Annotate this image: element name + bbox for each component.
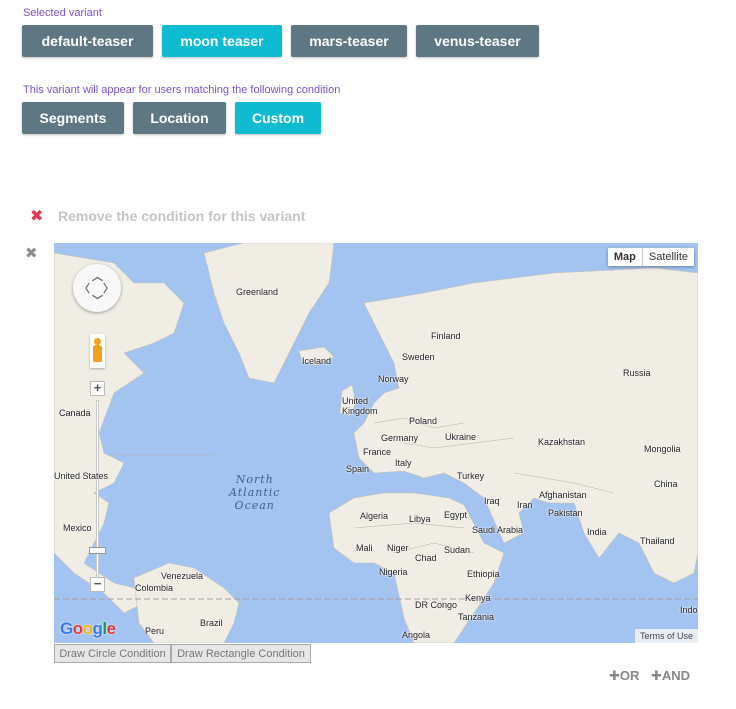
place-label: Canada (59, 408, 91, 418)
place-label: Russia (623, 368, 651, 378)
and-button[interactable]: ✚AND (651, 668, 690, 684)
draw-circle-button[interactable]: Draw Circle Condition (54, 644, 171, 663)
place-label: Italy (395, 458, 412, 468)
place-label: France (363, 447, 392, 457)
place-label: Ethiopia (467, 569, 500, 579)
map-type-map-button[interactable]: Map (608, 248, 643, 266)
google-logo: Google (60, 619, 116, 638)
pan-control[interactable]: ︿ 〈 〉 ﹀ (73, 264, 121, 312)
draw-rectangle-button[interactable]: Draw Rectangle Condition (171, 644, 311, 663)
place-label: DR Congo (415, 600, 458, 610)
place-label: Poland (409, 416, 438, 426)
place-label: Norway (378, 374, 409, 384)
variant-moon-teaser-button[interactable]: moon teaser (162, 25, 282, 57)
place-label: United States (54, 471, 109, 481)
place-label: Brazil (200, 618, 223, 628)
remove-condition-text[interactable]: Remove the condition for this variant (58, 208, 305, 224)
place-label: Finland (431, 331, 461, 341)
place-label: United Kingdom (342, 396, 378, 416)
place-label: Iran (517, 500, 533, 510)
place-label: China (654, 479, 678, 489)
place-label: Saudi Arabia (472, 525, 524, 535)
place-label: Iceland (302, 356, 332, 366)
place-label: Thailand (640, 536, 675, 546)
place-label: Ukraine (445, 432, 477, 442)
place-label: Kenya (465, 593, 491, 603)
selected-variant-label: Selected variant (23, 7, 102, 19)
place-label: Venezuela (161, 571, 204, 581)
place-label: Sweden (402, 352, 435, 362)
place-label: Mongolia (644, 444, 681, 454)
zoom-slider-thumb[interactable] (89, 547, 106, 554)
place-label: Afghanistan (539, 490, 587, 500)
place-label: Peru (145, 626, 165, 636)
place-label: Kazakhstan (538, 437, 586, 447)
place-label: Nigeria (379, 567, 408, 577)
place-label: Chad (415, 553, 437, 563)
remove-condition-row[interactable]: ✖ Remove the condition for this variant (30, 206, 305, 226)
world-map[interactable]: Map Satellite ︿ 〈 〉 ﹀ + − North Atlantic… (54, 243, 698, 643)
map-type-control: Map Satellite (607, 248, 694, 266)
variant-default-teaser-button[interactable]: default-teaser (22, 25, 153, 57)
pan-up-icon[interactable]: ︿ (92, 268, 103, 284)
tab-segments[interactable]: Segments (22, 102, 124, 134)
place-label: Turkey (457, 471, 485, 481)
pan-down-icon[interactable]: ﹀ (92, 292, 103, 308)
place-label: Libya (409, 514, 431, 524)
place-label: Niger (387, 543, 409, 553)
variant-venus-teaser-button[interactable]: venus-teaser (416, 25, 539, 57)
close-icon[interactable]: ✖ (30, 206, 46, 226)
place-label: India (587, 527, 607, 537)
place-label: Indo (680, 605, 698, 615)
close-icon[interactable]: ✖ (25, 244, 38, 262)
zoom-in-button[interactable]: + (90, 381, 105, 396)
street-view-pegman-icon[interactable] (90, 334, 105, 368)
pan-left-icon[interactable]: 〈 (79, 280, 90, 296)
place-label: Mexico (63, 523, 92, 533)
pan-right-icon[interactable]: 〉 (103, 280, 114, 296)
place-label: Greenland (236, 287, 279, 297)
condition-label: This variant will appear for users match… (23, 84, 341, 96)
terms-of-use-link[interactable]: Terms of Use (634, 629, 698, 643)
place-label: Mali (356, 543, 373, 553)
zoom-out-button[interactable]: − (90, 577, 105, 592)
place-label: Iraq (484, 496, 500, 506)
place-label: Germany (381, 433, 419, 443)
plus-icon: ✚ (609, 668, 620, 683)
or-button[interactable]: ✚OR (609, 668, 639, 684)
ocean-label: North Atlantic Ocean (229, 473, 281, 512)
place-label: Tanzania (458, 612, 495, 622)
place-label: Angola (402, 630, 431, 640)
place-label: Algeria (360, 511, 389, 521)
place-label: Egypt (444, 510, 468, 520)
place-label: Sudan (444, 545, 471, 555)
variant-mars-teaser-button[interactable]: mars-teaser (291, 25, 407, 57)
tab-location[interactable]: Location (133, 102, 226, 134)
tab-custom[interactable]: Custom (235, 102, 321, 134)
place-label: Spain (346, 464, 370, 474)
place-label: Colombia (135, 583, 174, 593)
map-type-satellite-button[interactable]: Satellite (643, 248, 694, 266)
plus-icon: ✚ (651, 668, 662, 683)
place-label: Pakistan (548, 508, 583, 518)
